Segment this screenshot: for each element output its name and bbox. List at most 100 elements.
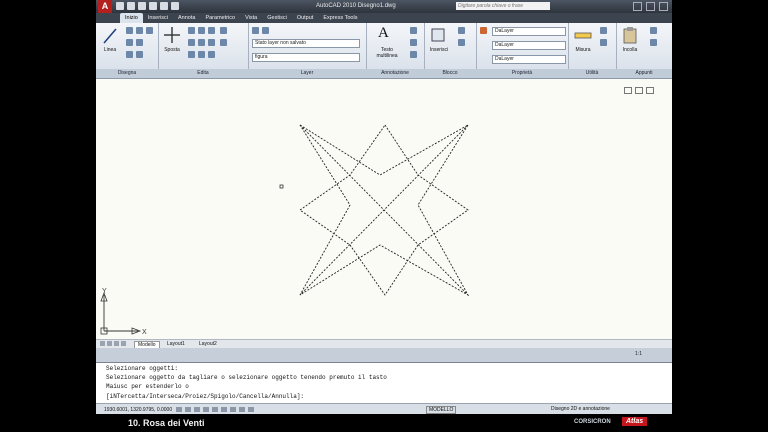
panel-title-proprieta[interactable]: Proprietà: [476, 69, 568, 78]
arc-icon[interactable]: [146, 27, 153, 34]
drawing-area[interactable]: Y X: [96, 79, 672, 339]
drawing-canvas[interactable]: Y X: [96, 79, 672, 339]
tab-annota[interactable]: Annota: [173, 13, 200, 23]
ellipse-icon[interactable]: [126, 51, 133, 58]
create-block-icon[interactable]: [458, 27, 465, 34]
lineweight-combo[interactable]: DaLayer: [492, 55, 566, 64]
model-space-button[interactable]: MODELLO: [426, 406, 457, 414]
panel-title-utilita[interactable]: Utilità: [568, 69, 616, 78]
snap-toggle-icon[interactable]: [176, 407, 182, 412]
tab-express-tools[interactable]: Express Tools: [318, 13, 362, 23]
measure-icon[interactable]: [574, 28, 592, 42]
color-combo[interactable]: DaLayer: [492, 27, 566, 36]
layer-combo[interactable]: figura: [252, 53, 360, 62]
leader-icon[interactable]: [410, 39, 417, 46]
spline-icon[interactable]: [136, 51, 143, 58]
lwt-toggle-icon[interactable]: [248, 407, 254, 412]
last-layout-icon[interactable]: [121, 341, 126, 346]
layer-icon[interactable]: [262, 27, 269, 34]
redo-icon[interactable]: [160, 2, 168, 10]
mirror-icon[interactable]: [198, 39, 205, 46]
osnap-toggle-icon[interactable]: [212, 407, 218, 412]
tab-output[interactable]: Output: [292, 13, 319, 23]
panel-title-appunti[interactable]: Appunti: [616, 69, 672, 78]
panel-title-edita[interactable]: Edita: [158, 69, 248, 78]
text-icon[interactable]: A: [378, 25, 389, 42]
open-icon[interactable]: [127, 2, 135, 10]
tab-vista[interactable]: Vista: [240, 13, 262, 23]
move-button-label[interactable]: Sposta: [160, 47, 184, 53]
search-input[interactable]: [456, 2, 550, 10]
line-button-label[interactable]: Linea: [100, 47, 120, 53]
layer-state-combo[interactable]: Stato layer non salvato: [252, 39, 360, 48]
explode-icon[interactable]: [220, 27, 227, 34]
edit-block-icon[interactable]: [458, 39, 465, 46]
workspace-switch[interactable]: Disegno 2D e annotazione: [551, 406, 610, 412]
ducs-toggle-icon[interactable]: [230, 407, 236, 412]
hatch-icon[interactable]: [136, 39, 143, 46]
array-icon[interactable]: [208, 51, 215, 58]
insert-button-label[interactable]: Inserisci: [426, 47, 452, 53]
tab-gestisci[interactable]: Gestisci: [262, 13, 292, 23]
multiline-text-label[interactable]: Testo multilinea: [370, 47, 404, 59]
maximize-icon[interactable]: [646, 2, 655, 11]
scale-icon[interactable]: [198, 51, 205, 58]
undo-icon[interactable]: [149, 2, 157, 10]
window-controls: [633, 2, 668, 11]
layer-properties-icon[interactable]: [252, 27, 259, 34]
paste-icon[interactable]: [622, 26, 638, 44]
polar-toggle-icon[interactable]: [203, 407, 209, 412]
tab-inserisci[interactable]: Inserisci: [143, 13, 173, 23]
brand-logo-corsicron: CORSICRON: [574, 419, 611, 425]
dimension-icon[interactable]: [410, 27, 417, 34]
tab-parametrico[interactable]: Parametrico: [200, 13, 240, 23]
prev-layout-icon[interactable]: [107, 341, 112, 346]
save-icon[interactable]: [138, 2, 146, 10]
rotate-icon[interactable]: [188, 27, 195, 34]
stretch-icon[interactable]: [188, 51, 195, 58]
ribbon: Linea Disegna Sposta Edita Stato layer n…: [96, 23, 672, 79]
application-menu-button[interactable]: A: [98, 0, 112, 13]
tab-layout1[interactable]: Layout1: [164, 341, 188, 348]
trim-icon[interactable]: [198, 27, 205, 34]
linetype-combo[interactable]: DaLayer: [492, 41, 566, 50]
circle-icon[interactable]: [136, 27, 143, 34]
first-layout-icon[interactable]: [100, 341, 105, 346]
table-icon[interactable]: [410, 51, 417, 58]
command-prompt[interactable]: [iNTercetta/Interseca/Proiez/Spigolo/Can…: [106, 393, 304, 400]
match-properties-icon[interactable]: [480, 27, 487, 34]
panel-title-layer[interactable]: Layer: [248, 69, 366, 78]
copy-icon[interactable]: [188, 39, 195, 46]
close-icon[interactable]: [659, 2, 668, 11]
otrack-toggle-icon[interactable]: [221, 407, 227, 412]
measure-button-label[interactable]: Misura: [570, 47, 596, 53]
cut-icon[interactable]: [650, 27, 657, 34]
line-icon[interactable]: [102, 27, 118, 45]
dyn-toggle-icon[interactable]: [239, 407, 245, 412]
paste-button-label[interactable]: Incolla: [618, 47, 642, 53]
tab-layout2[interactable]: Layout2: [196, 341, 220, 348]
move-icon[interactable]: [164, 26, 180, 44]
new-icon[interactable]: [116, 2, 124, 10]
insert-block-icon[interactable]: [430, 26, 446, 44]
fillet-icon[interactable]: [208, 39, 215, 46]
grid-toggle-icon[interactable]: [185, 407, 191, 412]
next-layout-icon[interactable]: [114, 341, 119, 346]
erase-icon[interactable]: [208, 27, 215, 34]
panel-title-annotazione[interactable]: Annotazione: [366, 69, 424, 78]
annotation-scale[interactable]: 1:1: [635, 351, 642, 357]
panel-title-blocco[interactable]: Blocco: [424, 69, 476, 78]
copy-clip-icon[interactable]: [650, 39, 657, 46]
lesson-title: 10. Rosa dei Venti: [128, 418, 205, 428]
polyline-icon[interactable]: [126, 27, 133, 34]
minimize-icon[interactable]: [633, 2, 642, 11]
print-icon[interactable]: [171, 2, 179, 10]
rectangle-icon[interactable]: [126, 39, 133, 46]
select-all-icon[interactable]: [600, 39, 607, 46]
command-line[interactable]: Selezionare oggetti: Selezionare oggetto…: [96, 362, 672, 404]
ortho-toggle-icon[interactable]: [194, 407, 200, 412]
offset-icon[interactable]: [220, 39, 227, 46]
panel-title-disegna[interactable]: Disegna: [96, 69, 158, 78]
quick-calc-icon[interactable]: [600, 27, 607, 34]
tab-inizio[interactable]: Inizio: [120, 13, 143, 23]
